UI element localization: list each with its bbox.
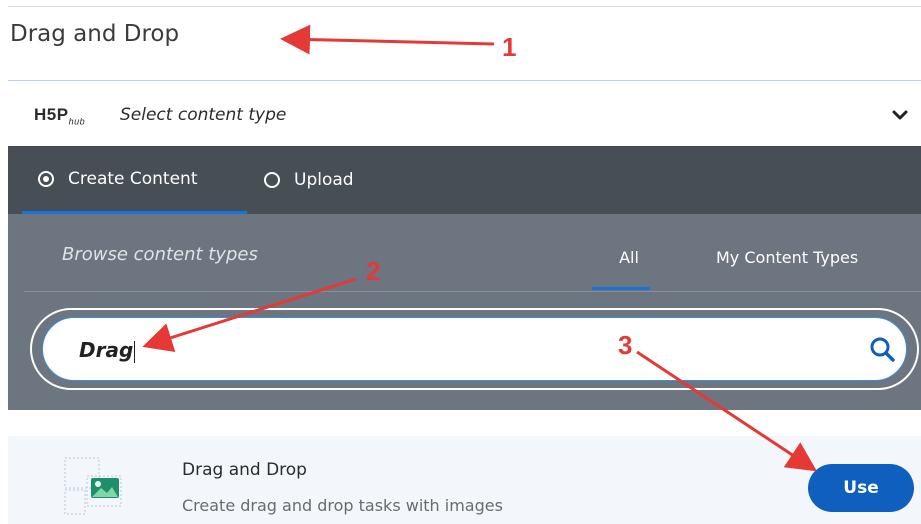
content-type-description: Create drag and drop tasks with images	[182, 496, 503, 515]
radio-selected-icon[interactable]	[38, 170, 54, 187]
content-type-list-item[interactable]: Drag and Drop Create drag and drop tasks…	[8, 436, 921, 524]
title-value: Drag and Drop	[10, 21, 180, 47]
browse-panel: Browse content types All My Content Type…	[8, 214, 921, 410]
logo-sub-text: hub	[68, 116, 86, 127]
use-button[interactable]: Use	[808, 464, 914, 512]
hub-select-header[interactable]: H5Phub Select content type	[8, 84, 921, 146]
annotation-number-2: 2	[366, 256, 381, 286]
select-content-type-label: Select content type	[120, 105, 287, 125]
active-filter-indicator	[592, 287, 650, 290]
radio-empty-icon[interactable]	[264, 172, 280, 188]
annotation-number-1: 1	[502, 32, 517, 62]
tab-upload[interactable]: Upload	[260, 146, 400, 214]
browse-divider	[24, 291, 921, 292]
title-input[interactable]: Drag and Drop	[8, 7, 921, 81]
content-type-title: Drag and Drop	[182, 460, 307, 480]
tab-create-content[interactable]: Create Content	[22, 146, 247, 214]
search-value: Drag	[79, 338, 136, 363]
tab-upload-label: Upload	[294, 170, 354, 190]
content-tabs: Create Content Upload	[8, 146, 921, 214]
tab-create-label: Create Content	[68, 168, 198, 189]
search-input[interactable]: Drag	[42, 317, 907, 381]
text-caret	[134, 340, 136, 363]
annotation-number-3: 3	[618, 330, 633, 360]
filter-all-tab[interactable]: All	[600, 248, 658, 267]
search-text: Drag	[79, 338, 134, 362]
drag-and-drop-icon	[64, 457, 122, 515]
search-icon[interactable]	[869, 336, 895, 362]
chevron-down-icon[interactable]	[892, 108, 908, 122]
browse-title: Browse content types	[62, 244, 258, 265]
filter-my-content-types-tab[interactable]: My Content Types	[716, 248, 858, 267]
search-focus-ring: Drag	[30, 308, 919, 390]
h5p-hub-logo: H5Phub	[34, 105, 85, 126]
logo-text: H5P	[34, 105, 69, 124]
